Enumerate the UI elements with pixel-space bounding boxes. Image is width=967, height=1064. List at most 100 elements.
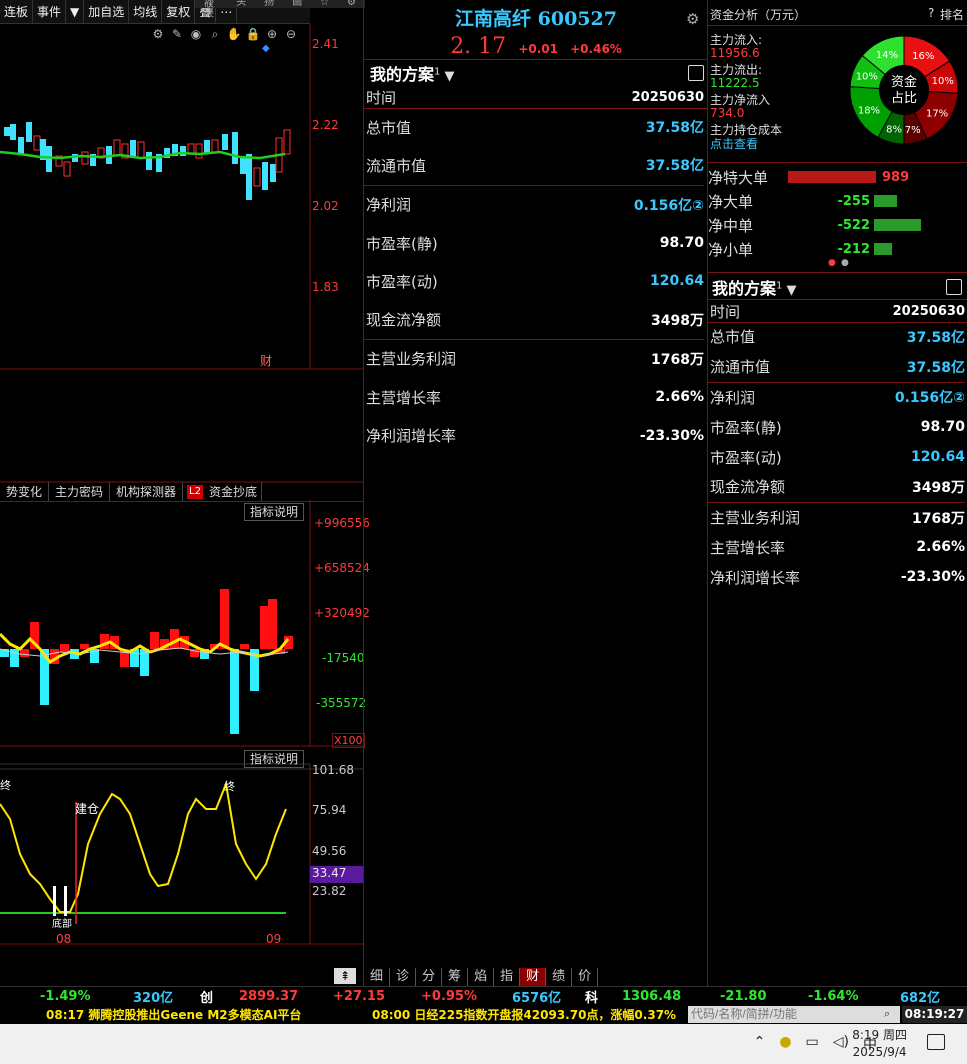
plan-row[interactable]: 主营业务利润 1768万 xyxy=(708,503,965,533)
indicator-help-button[interactable]: 指标说明 xyxy=(244,503,304,521)
code-search-input[interactable] xyxy=(688,1006,900,1023)
zhong-label: 终 xyxy=(224,780,235,793)
news-item[interactable]: 08:00 日经225指数开盘报42093.70点，涨幅0.37% xyxy=(372,1006,676,1023)
system-clock[interactable]: 8:19 周四 2025/9/4 xyxy=(852,1027,907,1061)
candle xyxy=(4,127,10,136)
top-strip-item[interactable]: 头 xyxy=(227,0,255,8)
stock-title: 江南高纤 600527 xyxy=(455,8,617,30)
plan-row-value: 0.156亿② xyxy=(633,197,704,214)
page-dot[interactable]: ● xyxy=(841,258,849,268)
kline-chart[interactable] xyxy=(0,24,364,984)
price-axis-label: 1.83 xyxy=(312,280,339,294)
toolbar-btn-adjust[interactable]: 复权 xyxy=(162,0,196,24)
plan-row[interactable]: 主营增长率 2.66% xyxy=(364,378,704,416)
scroll-top-icon[interactable]: ⇞ xyxy=(334,968,356,984)
toolbar-dropdown[interactable]: ▼ xyxy=(66,0,85,24)
network-icon[interactable]: ▭ xyxy=(806,1034,819,1054)
indicator-bar xyxy=(230,649,239,734)
bottom-tab[interactable]: 筹 xyxy=(442,968,469,986)
bottom-tab[interactable]: 绩 xyxy=(546,968,573,986)
donut-slice-label: 14% xyxy=(876,50,898,61)
top-strip-item[interactable]: ⚙ xyxy=(338,0,365,8)
bottom-tab[interactable]: 诊 xyxy=(390,968,417,986)
bottom-tab[interactable]: 指 xyxy=(494,968,521,986)
x100-label: X100 xyxy=(332,733,365,748)
plan-row[interactable]: 市盈率(动) 120.64 xyxy=(708,442,965,472)
candle xyxy=(253,167,261,187)
oscillator-help-button[interactable]: 指标说明 xyxy=(244,750,304,768)
bottom-tab[interactable]: 焰 xyxy=(468,968,495,986)
plan-row-value: 37.58亿 xyxy=(906,329,965,346)
plan-center-rows: 总市值 37.58亿 流通市值 37.58亿 净利润 0.156亿② 市盈率(静… xyxy=(364,108,704,455)
news-item[interactable]: 08:17 狮腾控股推出Geene M2多模态AI平台 xyxy=(46,1006,366,1023)
indicator-bar xyxy=(260,606,269,649)
edit-icon[interactable] xyxy=(688,65,704,81)
app-tray-icon[interactable]: ● xyxy=(779,1034,791,1054)
edit-icon[interactable] xyxy=(946,279,962,295)
candle xyxy=(33,135,41,151)
plan-row[interactable]: 净利润增长率 -23.30% xyxy=(364,416,704,454)
plan-row[interactable]: 市盈率(静) 98.70 xyxy=(364,224,704,262)
plan-right-panel: 我的方案1 ▼ xyxy=(712,275,962,299)
top-strip-item[interactable]: 坏竖来 xyxy=(195,0,227,20)
top-strip-item[interactable]: 扬 xyxy=(255,0,283,8)
toolbar-btn-ma[interactable]: 均线 xyxy=(129,0,163,24)
tab-fund-bottom[interactable]: 资金抄底 xyxy=(205,482,262,501)
plan-row[interactable]: 总市值 37.58亿 xyxy=(708,322,965,352)
bottom-tab[interactable]: 财 xyxy=(520,968,547,986)
top-strip-item[interactable]: 画 xyxy=(283,0,311,8)
osc-axis-label: 49.56 xyxy=(312,844,347,858)
fund-help-icon[interactable]: ? xyxy=(928,6,934,20)
plan-row[interactable]: 现金流净额 3498万 xyxy=(708,472,965,502)
indicator-bar xyxy=(240,644,249,649)
plan-row[interactable]: 市盈率(动) 120.64 xyxy=(364,262,704,300)
plan-row[interactable]: 净利润 0.156亿② xyxy=(708,383,965,413)
plan-row[interactable]: 总市值 37.58亿 xyxy=(364,108,704,146)
top-strip-item[interactable]: ☆ xyxy=(311,0,338,8)
indicator-bar xyxy=(268,599,277,649)
plan-title[interactable]: 我的方案1 ▼ xyxy=(370,61,455,85)
tab-main-force-code[interactable]: 主力密码 xyxy=(49,482,111,501)
plan-row[interactable]: 市盈率(静) 98.70 xyxy=(708,412,965,442)
ticker-item: +0.95% xyxy=(421,989,477,1004)
plan-row[interactable]: 流通市值 37.58亿 xyxy=(364,146,704,184)
page-dot-active[interactable]: ● xyxy=(828,258,836,268)
plan-row[interactable]: 净利润增长率 -23.30% xyxy=(708,562,965,592)
tab-institution-detector[interactable]: 机构探测器 xyxy=(110,482,184,501)
plan-row-value: 2.66% xyxy=(655,389,704,406)
order-flow-row: 净中单 -522 xyxy=(708,213,967,237)
plan-row-value: 3498万 xyxy=(651,312,704,329)
plan-row-value: 120.64 xyxy=(910,449,965,466)
chevron-up-icon[interactable]: ⌃ xyxy=(754,1034,766,1054)
plan-row-value: 98.70 xyxy=(659,235,704,252)
order-flow-row: 净大单 -255 xyxy=(708,189,967,213)
bottom-tab[interactable]: 价 xyxy=(572,968,599,986)
volume-icon[interactable]: ◁) xyxy=(833,1034,849,1054)
bottom-tab[interactable]: 分 xyxy=(416,968,443,986)
plan-row-label: 市盈率(静) xyxy=(710,418,782,437)
bottom-tab[interactable]: 细 xyxy=(364,968,391,986)
ticker-item: 1306.48 xyxy=(622,989,682,1004)
tab-trend-change[interactable]: 势变化 xyxy=(0,482,50,501)
indicator-axis-label: -17540 xyxy=(322,651,365,665)
plan-right-title[interactable]: 我的方案1 ▼ xyxy=(712,275,797,299)
financial-report-marker[interactable]: 财 xyxy=(260,352,272,369)
cost-link[interactable]: 点击查看 xyxy=(710,135,758,152)
plan-row[interactable]: 现金流净额 3498万 xyxy=(364,300,704,338)
toolbar-btn-add-watchlist[interactable]: 加自选 xyxy=(84,0,130,24)
notification-icon[interactable] xyxy=(927,1034,945,1050)
search-icon[interactable]: ⌕ xyxy=(884,1007,890,1021)
plan-row-value: 0.156亿② xyxy=(894,390,965,407)
toolbar-btn-lianban[interactable]: 连板 xyxy=(0,0,34,24)
fund-rank-link[interactable]: 排名 xyxy=(940,6,964,23)
plan-row[interactable]: 主营增长率 2.66% xyxy=(708,533,965,563)
plan-row[interactable]: 主营业务利润 1768万 xyxy=(364,340,704,378)
candle xyxy=(222,134,228,150)
plan-row[interactable]: 流通市值 37.58亿 xyxy=(708,352,965,382)
candle xyxy=(146,152,152,170)
candle xyxy=(113,139,121,157)
gear-icon[interactable]: ⚙ xyxy=(686,10,699,28)
plan-row[interactable]: 净利润 0.156亿② xyxy=(364,186,704,224)
toolbar-btn-events[interactable]: 事件 xyxy=(33,0,67,24)
price-axis-label: 2.41 xyxy=(312,37,339,51)
